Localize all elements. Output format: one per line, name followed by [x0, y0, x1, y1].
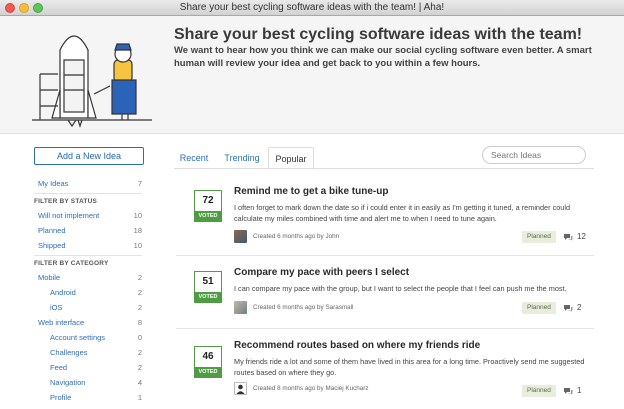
- avatar: [234, 230, 247, 243]
- search-ideas-input[interactable]: [482, 146, 586, 164]
- vote-count: 72: [202, 195, 214, 206]
- status-badge: Planned: [522, 302, 556, 314]
- status-badge: Planned: [522, 231, 556, 243]
- idea-description: My friends ride a lot and some of them h…: [234, 357, 585, 377]
- comments-link[interactable]: 1: [563, 386, 581, 395]
- divider: [34, 193, 142, 194]
- comment-icon: [564, 387, 573, 395]
- sidebar-item-count: 10: [133, 241, 142, 250]
- sidebar-item-profile[interactable]: Profile 1: [50, 393, 142, 402]
- sidebar-item-will-not-implement[interactable]: Will not implement 10: [38, 211, 142, 220]
- vote-count: 51: [202, 276, 214, 287]
- sidebar-item-challenges[interactable]: Challenges 2: [50, 348, 142, 357]
- sidebar-item-count: 4: [137, 378, 142, 387]
- sidebar-item-count: 0: [137, 333, 142, 342]
- sidebar-item-planned[interactable]: Planned 18: [38, 226, 142, 235]
- comment-count: 1: [577, 386, 582, 395]
- sidebar-item-label: My Ideas: [38, 179, 69, 188]
- sidebar-item-count: 2: [137, 288, 142, 297]
- sidebar-item-label: Android: [50, 288, 76, 297]
- sidebar-item-label: Planned: [38, 226, 66, 235]
- idea-title[interactable]: Remind me to get a bike tune-up: [234, 186, 388, 197]
- sidebar-item-count: 2: [137, 303, 142, 312]
- sidebar-item-ios[interactable]: iOS 2: [50, 303, 142, 312]
- sidebar-item-label: Will not implement: [38, 211, 100, 220]
- sidebar-item-count: 2: [137, 363, 142, 372]
- sidebar-item-label: Profile: [50, 393, 72, 402]
- idea-meta: Created 8 months ago by Maciej Kucharz: [234, 382, 369, 395]
- sidebar-item-my-ideas[interactable]: My Ideas 7: [38, 179, 142, 188]
- idea-item: 46 VOTED Recommend routes based on where…: [176, 340, 594, 402]
- hero-banner: Share your best cycling software ideas w…: [0, 16, 624, 134]
- filter-status-heading: FILTER BY STATUS: [34, 198, 98, 205]
- vote-button[interactable]: 72 VOTED: [194, 190, 222, 222]
- sidebar-item-count: 1: [137, 393, 142, 402]
- voted-label: VOTED: [195, 292, 221, 302]
- idea-meta: Created 6 months ago by Sarasmall: [234, 301, 353, 314]
- idea-created-info: Created 6 months ago by Sarasmall: [253, 304, 354, 311]
- comment-icon: [564, 233, 573, 241]
- tab-popular[interactable]: Popular: [268, 147, 314, 170]
- astronaut-rocket-illustration: [32, 35, 152, 128]
- idea-created-info: Created 6 months ago by John: [253, 233, 340, 240]
- status-badge: Planned: [522, 385, 556, 397]
- idea-item: 72 VOTED Remind me to get a bike tune-up…: [176, 186, 594, 246]
- avatar: [234, 382, 247, 395]
- tab-underline: [174, 168, 594, 169]
- sidebar-item-feed[interactable]: Feed 2: [50, 363, 142, 372]
- sidebar-item-navigation[interactable]: Navigation 4: [50, 378, 142, 387]
- sidebar-item-label: Shipped: [38, 241, 66, 250]
- sidebar-item-count: 7: [137, 179, 142, 188]
- sidebar-item-count: 8: [137, 318, 142, 327]
- idea-title[interactable]: Compare my pace with peers I select: [234, 267, 409, 278]
- comment-count: 12: [577, 232, 586, 241]
- tab-recent[interactable]: Recent: [174, 147, 214, 169]
- window-titlebar: Share your best cycling software ideas w…: [0, 0, 624, 16]
- avatar: [234, 301, 247, 314]
- sidebar-item-label: Feed: [50, 363, 68, 372]
- voted-label: VOTED: [195, 367, 221, 377]
- comments-link[interactable]: 12: [563, 232, 586, 241]
- sidebar-item-label: Account settings: [50, 333, 106, 342]
- sidebar-item-web-interface[interactable]: Web interface 8: [38, 318, 142, 327]
- comments-link[interactable]: 2: [563, 303, 581, 312]
- idea-title[interactable]: Recommend routes based on where my frien…: [234, 340, 480, 351]
- vote-count: 46: [202, 351, 214, 362]
- page-heading: Share your best cycling software ideas w…: [174, 26, 583, 43]
- sidebar-item-android[interactable]: Android 2: [50, 288, 142, 297]
- page-subtext: We want to hear how you think we can mak…: [174, 45, 592, 69]
- vote-button[interactable]: 46 VOTED: [194, 346, 222, 378]
- sidebar-item-label: iOS: [50, 303, 63, 312]
- sidebar-item-label: Mobile: [38, 273, 61, 282]
- divider: [176, 255, 594, 256]
- voted-label: VOTED: [195, 211, 221, 221]
- sidebar-item-count: 2: [137, 273, 142, 282]
- sidebar-item-label: Navigation: [50, 378, 86, 387]
- sidebar-item-count: 2: [137, 348, 142, 357]
- divider: [176, 328, 594, 329]
- sidebar-item-shipped[interactable]: Shipped 10: [38, 241, 142, 250]
- add-new-idea-button[interactable]: Add a New Idea: [34, 147, 144, 165]
- vote-button[interactable]: 51 VOTED: [194, 271, 222, 303]
- idea-description: I can compare my pace with the group, bu…: [234, 284, 567, 293]
- sidebar-item-count: 18: [133, 226, 142, 235]
- comment-icon: [564, 304, 573, 312]
- idea-description: I often forget to mark down the date so …: [234, 203, 571, 223]
- sidebar-item-label: Challenges: [50, 348, 88, 357]
- idea-created-info: Created 8 months ago by Maciej Kucharz: [253, 385, 369, 392]
- divider: [34, 255, 142, 256]
- filter-category-heading: FILTER BY CATEGORY: [34, 260, 109, 267]
- sidebar-item-mobile[interactable]: Mobile 2: [38, 273, 142, 282]
- sidebar-item-count: 10: [133, 211, 142, 220]
- sidebar-item-account-settings[interactable]: Account settings 0: [50, 333, 142, 342]
- comment-count: 2: [577, 303, 582, 312]
- window-title: Share your best cycling software ideas w…: [179, 2, 445, 13]
- sidebar: Add a New Idea My Ideas 7 FILTER BY STAT…: [34, 147, 144, 402]
- idea-meta: Created 6 months ago by John: [234, 230, 339, 243]
- sidebar-item-label: Web interface: [38, 318, 85, 327]
- idea-item: 51 VOTED Compare my pace with peers I se…: [176, 267, 594, 317]
- tab-trending[interactable]: Trending: [220, 147, 264, 169]
